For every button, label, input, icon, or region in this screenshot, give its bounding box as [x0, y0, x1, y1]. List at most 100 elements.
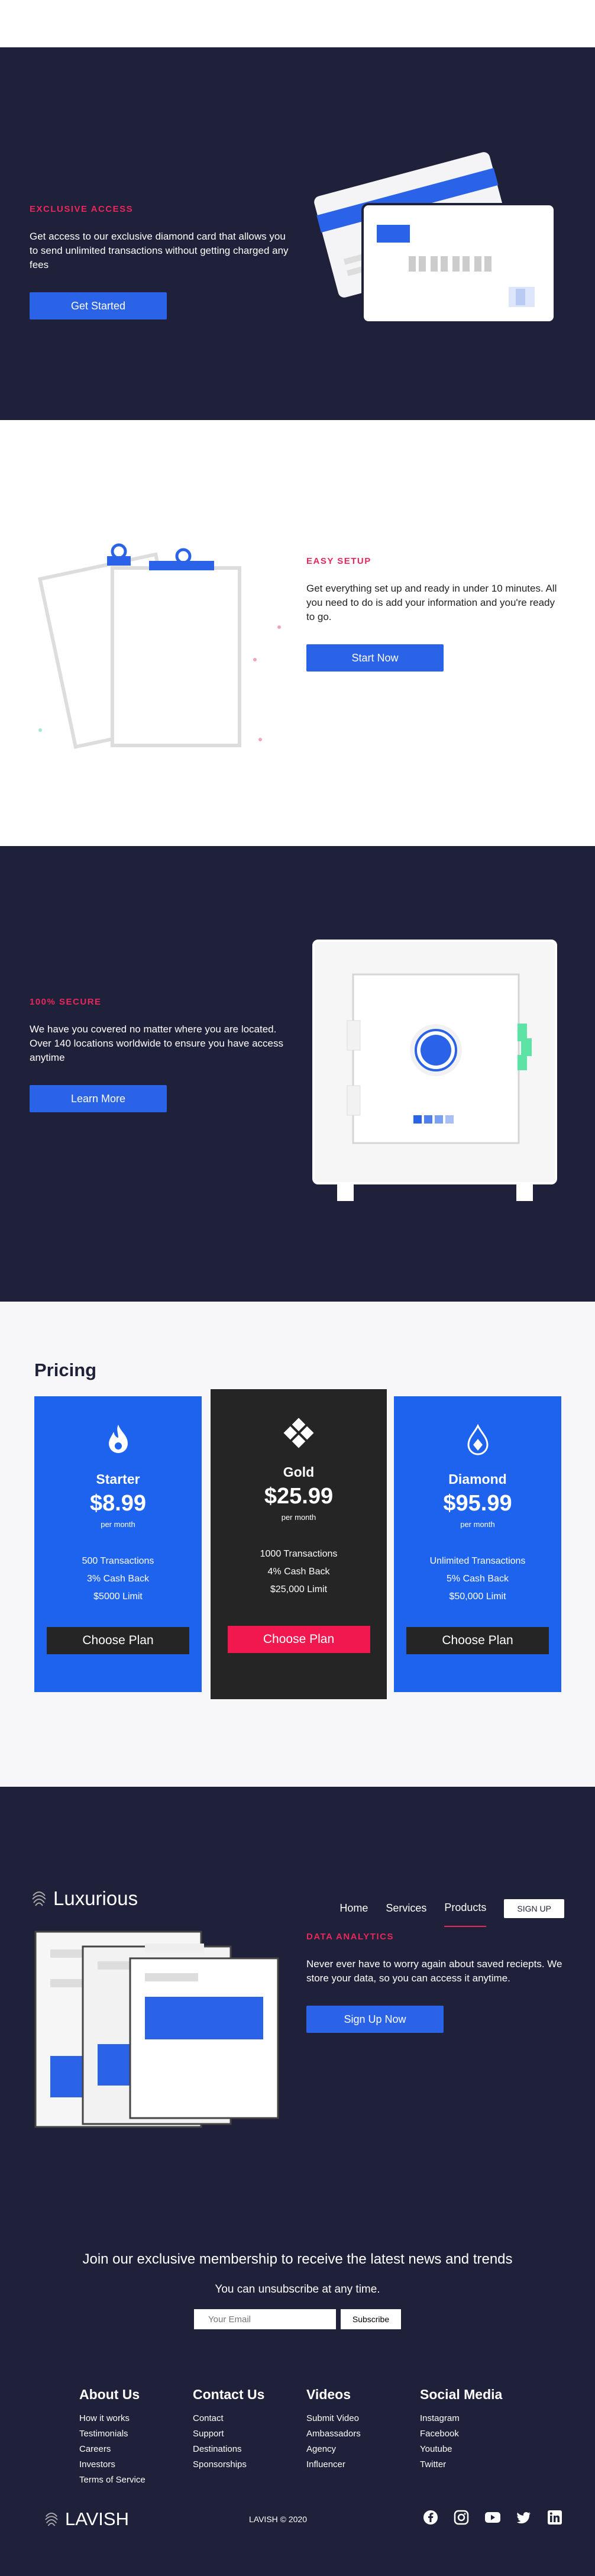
nav-products[interactable]: Products: [444, 1902, 487, 1927]
plan-feature: $50,000 Limit: [449, 1592, 506, 1602]
learn-more-button[interactable]: Learn More: [30, 1085, 167, 1112]
footer-link[interactable]: Support: [193, 2426, 306, 2442]
hero-text: EXCLUSIVE ACCESS Get access to our exclu…: [30, 204, 290, 319]
setup-eyebrow: EASY SETUP: [306, 556, 371, 566]
plan-feature: $5000 Limit: [93, 1592, 143, 1602]
plan-period: per month: [281, 1513, 316, 1522]
documents-illustration: [34, 1931, 279, 2128]
footer-link[interactable]: Twitter: [420, 2457, 533, 2472]
footer-link[interactable]: Facebook: [420, 2426, 533, 2442]
plan-price: $95.99: [443, 1491, 512, 1516]
setup-description: Get everything set up and ready in under…: [306, 583, 557, 622]
footer-col-title: Contact Us: [193, 2387, 265, 2402]
footer-link[interactable]: Ambassadors: [306, 2426, 420, 2442]
footer-col-videos: Videos Submit Video Ambassadors Agency I…: [306, 2387, 420, 2488]
plan-period: per month: [101, 1520, 135, 1529]
footer-links: About Us How it works Testimonials Caree…: [79, 2387, 533, 2488]
secure-eyebrow: 100% SECURE: [30, 997, 102, 1007]
pricing-section: Pricing Starter $8.99 per month 500 Tran…: [0, 1302, 595, 1787]
footer-link[interactable]: Agency: [306, 2442, 420, 2457]
diamond-tiles-icon: [283, 1418, 314, 1448]
footer-link[interactable]: Sponsorships: [193, 2457, 306, 2472]
hero-section: EXCLUSIVE ACCESS Get access to our exclu…: [0, 47, 595, 420]
plan-feature: 500 Transactions: [82, 1556, 154, 1566]
signup-button[interactable]: SIGN UP: [504, 1899, 564, 1918]
analytics-description: Never ever have to worry again about sav…: [306, 1958, 562, 1984]
footer-link[interactable]: How it works: [79, 2411, 193, 2426]
newsletter: Join our exclusive membership to receive…: [0, 2251, 595, 2329]
clipboards-illustration: [37, 543, 281, 749]
social-icons: [423, 2510, 562, 2525]
choose-plan-button[interactable]: Choose Plan: [47, 1627, 189, 1654]
analytics-eyebrow: DATA ANALYTICS: [306, 1932, 394, 1942]
plan-name: Gold: [283, 1464, 315, 1480]
footer-link[interactable]: Investors: [79, 2457, 193, 2472]
footer-col-about: About Us How it works Testimonials Caree…: [79, 2387, 193, 2488]
plan-name: Diamond: [448, 1471, 507, 1487]
email-input[interactable]: [194, 2309, 336, 2329]
newsletter-heading: Join our exclusive membership to receive…: [82, 2251, 513, 2267]
nav-links: Home Services Products SIGN UP: [339, 1890, 564, 1927]
nav-services[interactable]: Services: [386, 1902, 426, 1915]
plan-price: $8.99: [89, 1491, 147, 1516]
credit-cards-illustration: [312, 150, 556, 324]
navbar: Luxurious Home Services Products SIGN UP: [31, 1887, 564, 1927]
nav-home[interactable]: Home: [339, 1902, 368, 1915]
secure-text: 100% SECURE We have you covered no matte…: [30, 997, 290, 1112]
newsletter-subtext: You can unsubscribe at any time.: [215, 2283, 380, 2296]
newsletter-form: Subscribe: [0, 2309, 595, 2329]
footer-link[interactable]: Instagram: [420, 2411, 533, 2426]
plan-price: $25.99: [264, 1484, 334, 1509]
footer-brand: LAVISH: [65, 2509, 129, 2529]
instagram-icon[interactable]: [454, 2510, 469, 2525]
plan-feature: 3% Cash Back: [87, 1574, 149, 1584]
fingerprint-icon: [32, 1891, 46, 1906]
twitter-icon[interactable]: [516, 2510, 532, 2525]
plan-name: Starter: [96, 1471, 140, 1487]
facebook-icon[interactable]: [423, 2510, 438, 2525]
subscribe-button[interactable]: Subscribe: [341, 2309, 401, 2329]
footer-col-social: Social Media Instagram Facebook Youtube …: [420, 2387, 533, 2488]
footer-logo[interactable]: LAVISH: [44, 2509, 129, 2530]
footer-col-contact: Contact Us Contact Support Destinations …: [193, 2387, 306, 2488]
footer-link[interactable]: Testimonials: [79, 2426, 193, 2442]
footer-link[interactable]: Contact: [193, 2411, 306, 2426]
footer-col-title: Social Media: [420, 2387, 503, 2402]
copyright: LAVISH © 2020: [249, 2514, 307, 2524]
start-now-button[interactable]: Start Now: [306, 644, 444, 672]
fingerprint-icon: [45, 2512, 58, 2526]
hero-description: Get access to our exclusive diamond card…: [30, 231, 289, 270]
top-bar: [0, 0, 595, 47]
footer-link[interactable]: Influencer: [306, 2457, 420, 2472]
plan-period: per month: [460, 1520, 495, 1529]
footer-link[interactable]: Submit Video: [306, 2411, 420, 2426]
get-started-button[interactable]: Get Started: [30, 292, 167, 319]
footer-link[interactable]: Careers: [79, 2442, 193, 2457]
secure-description: We have you covered no matter where you …: [30, 1024, 284, 1063]
linkedin-icon[interactable]: [547, 2510, 562, 2525]
footer-col-title: About Us: [79, 2387, 140, 2402]
sign-up-now-button[interactable]: Sign Up Now: [306, 2006, 444, 2033]
flame-icon: [108, 1425, 128, 1453]
setup-section: EASY SETUP Get everything set up and rea…: [0, 420, 595, 846]
plan-starter: Starter $8.99 per month 500 Transactions…: [34, 1396, 202, 1692]
plan-gold: Gold $25.99 per month 1000 Transactions …: [211, 1389, 387, 1699]
gem-drop-icon: [467, 1423, 489, 1455]
footer-link[interactable]: Terms of Service: [79, 2472, 193, 2488]
brand-logo[interactable]: Luxurious: [31, 1887, 138, 1910]
youtube-icon[interactable]: [484, 2510, 501, 2525]
footer-col-title: Videos: [306, 2387, 351, 2402]
plan-feature: 1000 Transactions: [260, 1549, 338, 1559]
choose-plan-button[interactable]: Choose Plan: [227, 1626, 370, 1653]
plan-diamond: Diamond $95.99 per month Unlimited Trans…: [394, 1396, 561, 1692]
plan-feature: 5% Cash Back: [447, 1574, 509, 1584]
footer-link[interactable]: Youtube: [420, 2442, 533, 2457]
footer-link[interactable]: Destinations: [193, 2442, 306, 2457]
plan-feature: Unlimited Transactions: [429, 1556, 526, 1566]
safe-illustration: [312, 940, 557, 1201]
plan-feature: $25,000 Limit: [270, 1584, 328, 1594]
choose-plan-button[interactable]: Choose Plan: [406, 1627, 549, 1654]
hero-eyebrow: EXCLUSIVE ACCESS: [30, 204, 134, 214]
footer-area: Luxurious Home Services Products SIGN UP…: [0, 1787, 595, 2551]
footer-bottom: LAVISH LAVISH © 2020: [44, 2509, 562, 2532]
